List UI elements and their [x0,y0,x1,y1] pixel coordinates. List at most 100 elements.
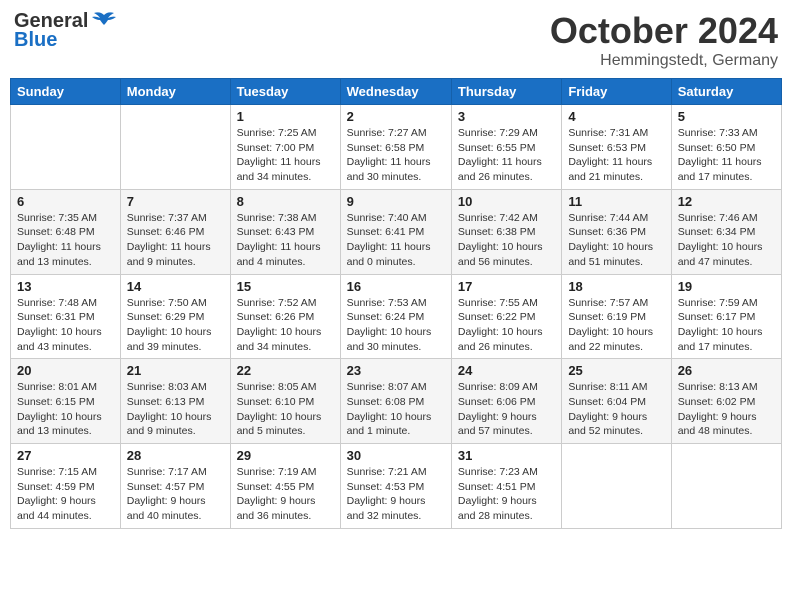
day-number: 11 [568,194,664,209]
day-number: 17 [458,279,555,294]
col-monday: Monday [120,79,230,105]
day-info: Sunrise: 7:40 AM Sunset: 6:41 PM Dayligh… [347,211,445,270]
day-cell: 23 Sunrise: 8:07 AM Sunset: 6:08 PM Dayli… [340,359,451,444]
day-cell: 17 Sunrise: 7:55 AM Sunset: 6:22 PM Dayli… [451,274,561,359]
day-number: 29 [237,448,334,463]
day-info: Sunrise: 7:52 AM Sunset: 6:26 PM Dayligh… [237,296,334,355]
day-cell: 12 Sunrise: 7:46 AM Sunset: 6:34 PM Dayli… [671,189,781,274]
day-info: Sunrise: 8:09 AM Sunset: 6:06 PM Dayligh… [458,380,555,439]
day-cell: 19 Sunrise: 7:59 AM Sunset: 6:17 PM Dayli… [671,274,781,359]
day-info: Sunrise: 8:13 AM Sunset: 6:02 PM Dayligh… [678,380,775,439]
day-number: 14 [127,279,224,294]
day-info: Sunrise: 7:42 AM Sunset: 6:38 PM Dayligh… [458,211,555,270]
day-cell: 4 Sunrise: 7:31 AM Sunset: 6:53 PM Daylig… [562,105,671,190]
day-number: 9 [347,194,445,209]
day-info: Sunrise: 7:38 AM Sunset: 6:43 PM Dayligh… [237,211,334,270]
day-cell: 25Sunrise: 8:11 AM Sunset: 6:04 PM Dayli… [562,359,671,444]
day-cell [562,444,671,529]
day-info: Sunrise: 7:19 AM Sunset: 4:55 PM Dayligh… [237,465,334,524]
day-info: Sunrise: 7:35 AM Sunset: 6:48 PM Dayligh… [17,211,114,270]
day-info: Sunrise: 7:57 AM Sunset: 6:19 PM Dayligh… [568,296,664,355]
week-row-3: 13 Sunrise: 7:48 AM Sunset: 6:31 PM Dayli… [11,274,782,359]
day-cell: 28 Sunrise: 7:17 AM Sunset: 4:57 PM Dayli… [120,444,230,529]
day-cell: 22 Sunrise: 8:05 AM Sunset: 6:10 PM Dayli… [230,359,340,444]
day-cell: 27 Sunrise: 7:15 AM Sunset: 4:59 PM Dayli… [11,444,121,529]
logo: General Blue [14,10,118,52]
day-cell: 10 Sunrise: 7:42 AM Sunset: 6:38 PM Dayli… [451,189,561,274]
day-number: 13 [17,279,114,294]
title-block: October 2024 Hemmingstedt, Germany [550,10,778,70]
col-friday: Friday [562,79,671,105]
day-number: 8 [237,194,334,209]
day-cell: 20 Sunrise: 8:01 AM Sunset: 6:15 PM Dayli… [11,359,121,444]
day-info: Sunrise: 7:15 AM Sunset: 4:59 PM Dayligh… [17,465,114,524]
day-number: 26 [678,363,775,378]
day-cell: 8 Sunrise: 7:38 AM Sunset: 6:43 PM Daylig… [230,189,340,274]
day-info: Sunrise: 7:55 AM Sunset: 6:22 PM Dayligh… [458,296,555,355]
day-number: 28 [127,448,224,463]
day-info: Sunrise: 7:59 AM Sunset: 6:17 PM Dayligh… [678,296,775,355]
day-info: Sunrise: 7:23 AM Sunset: 4:51 PM Dayligh… [458,465,555,524]
day-cell: 18Sunrise: 7:57 AM Sunset: 6:19 PM Dayli… [562,274,671,359]
day-info: Sunrise: 7:21 AM Sunset: 4:53 PM Dayligh… [347,465,445,524]
day-cell [11,105,121,190]
day-cell: 21 Sunrise: 8:03 AM Sunset: 6:13 PM Dayli… [120,359,230,444]
day-cell: 9 Sunrise: 7:40 AM Sunset: 6:41 PM Daylig… [340,189,451,274]
day-number: 22 [237,363,334,378]
day-cell: 24Sunrise: 8:09 AM Sunset: 6:06 PM Dayli… [451,359,561,444]
day-number: 3 [458,109,555,124]
day-info: Sunrise: 8:11 AM Sunset: 6:04 PM Dayligh… [568,380,664,439]
day-cell: 3 Sunrise: 7:29 AM Sunset: 6:55 PM Daylig… [451,105,561,190]
day-number: 10 [458,194,555,209]
day-info: Sunrise: 8:05 AM Sunset: 6:10 PM Dayligh… [237,380,334,439]
day-info: Sunrise: 7:44 AM Sunset: 6:36 PM Dayligh… [568,211,664,270]
week-row-4: 20 Sunrise: 8:01 AM Sunset: 6:15 PM Dayli… [11,359,782,444]
day-number: 6 [17,194,114,209]
week-row-1: 1Sunrise: 7:25 AM Sunset: 7:00 PM Daylig… [11,105,782,190]
day-info: Sunrise: 7:46 AM Sunset: 6:34 PM Dayligh… [678,211,775,270]
day-info: Sunrise: 7:31 AM Sunset: 6:53 PM Dayligh… [568,126,664,185]
day-info: Sunrise: 7:50 AM Sunset: 6:29 PM Dayligh… [127,296,224,355]
calendar-table: Sunday Monday Tuesday Wednesday Thursday… [10,78,782,529]
col-wednesday: Wednesday [340,79,451,105]
day-info: Sunrise: 7:27 AM Sunset: 6:58 PM Dayligh… [347,126,445,185]
day-cell: 30 Sunrise: 7:21 AM Sunset: 4:53 PM Dayli… [340,444,451,529]
day-number: 15 [237,279,334,294]
logo-bird-icon [90,11,118,33]
day-info: Sunrise: 7:33 AM Sunset: 6:50 PM Dayligh… [678,126,775,185]
day-info: Sunrise: 7:29 AM Sunset: 6:55 PM Dayligh… [458,126,555,185]
day-info: Sunrise: 8:07 AM Sunset: 6:08 PM Dayligh… [347,380,445,439]
day-info: Sunrise: 7:37 AM Sunset: 6:46 PM Dayligh… [127,211,224,270]
day-info: Sunrise: 7:48 AM Sunset: 6:31 PM Dayligh… [17,296,114,355]
day-number: 31 [458,448,555,463]
day-cell: 11 Sunrise: 7:44 AM Sunset: 6:36 PM Dayli… [562,189,671,274]
day-cell: 1Sunrise: 7:25 AM Sunset: 7:00 PM Daylig… [230,105,340,190]
day-number: 12 [678,194,775,209]
day-cell: 15 Sunrise: 7:52 AM Sunset: 6:26 PM Dayli… [230,274,340,359]
week-row-5: 27 Sunrise: 7:15 AM Sunset: 4:59 PM Dayli… [11,444,782,529]
day-cell: 29 Sunrise: 7:19 AM Sunset: 4:55 PM Dayli… [230,444,340,529]
day-number: 16 [347,279,445,294]
col-thursday: Thursday [451,79,561,105]
day-cell: 6 Sunrise: 7:35 AM Sunset: 6:48 PM Daylig… [11,189,121,274]
month-title: October 2024 [550,10,778,52]
day-number: 27 [17,448,114,463]
day-cell [671,444,781,529]
day-number: 19 [678,279,775,294]
day-info: Sunrise: 8:01 AM Sunset: 6:15 PM Dayligh… [17,380,114,439]
day-number: 20 [17,363,114,378]
day-cell: 2 Sunrise: 7:27 AM Sunset: 6:58 PM Daylig… [340,105,451,190]
day-info: Sunrise: 7:17 AM Sunset: 4:57 PM Dayligh… [127,465,224,524]
day-info: Sunrise: 8:03 AM Sunset: 6:13 PM Dayligh… [127,380,224,439]
day-number: 21 [127,363,224,378]
page-header: General Blue October 2024 Hemmingstedt, … [10,10,782,70]
day-cell: 5Sunrise: 7:33 AM Sunset: 6:50 PM Daylig… [671,105,781,190]
day-number: 30 [347,448,445,463]
day-number: 7 [127,194,224,209]
day-cell [120,105,230,190]
day-number: 2 [347,109,445,124]
day-number: 23 [347,363,445,378]
day-number: 4 [568,109,664,124]
logo-blue-text: Blue [14,29,57,52]
day-info: Sunrise: 7:53 AM Sunset: 6:24 PM Dayligh… [347,296,445,355]
